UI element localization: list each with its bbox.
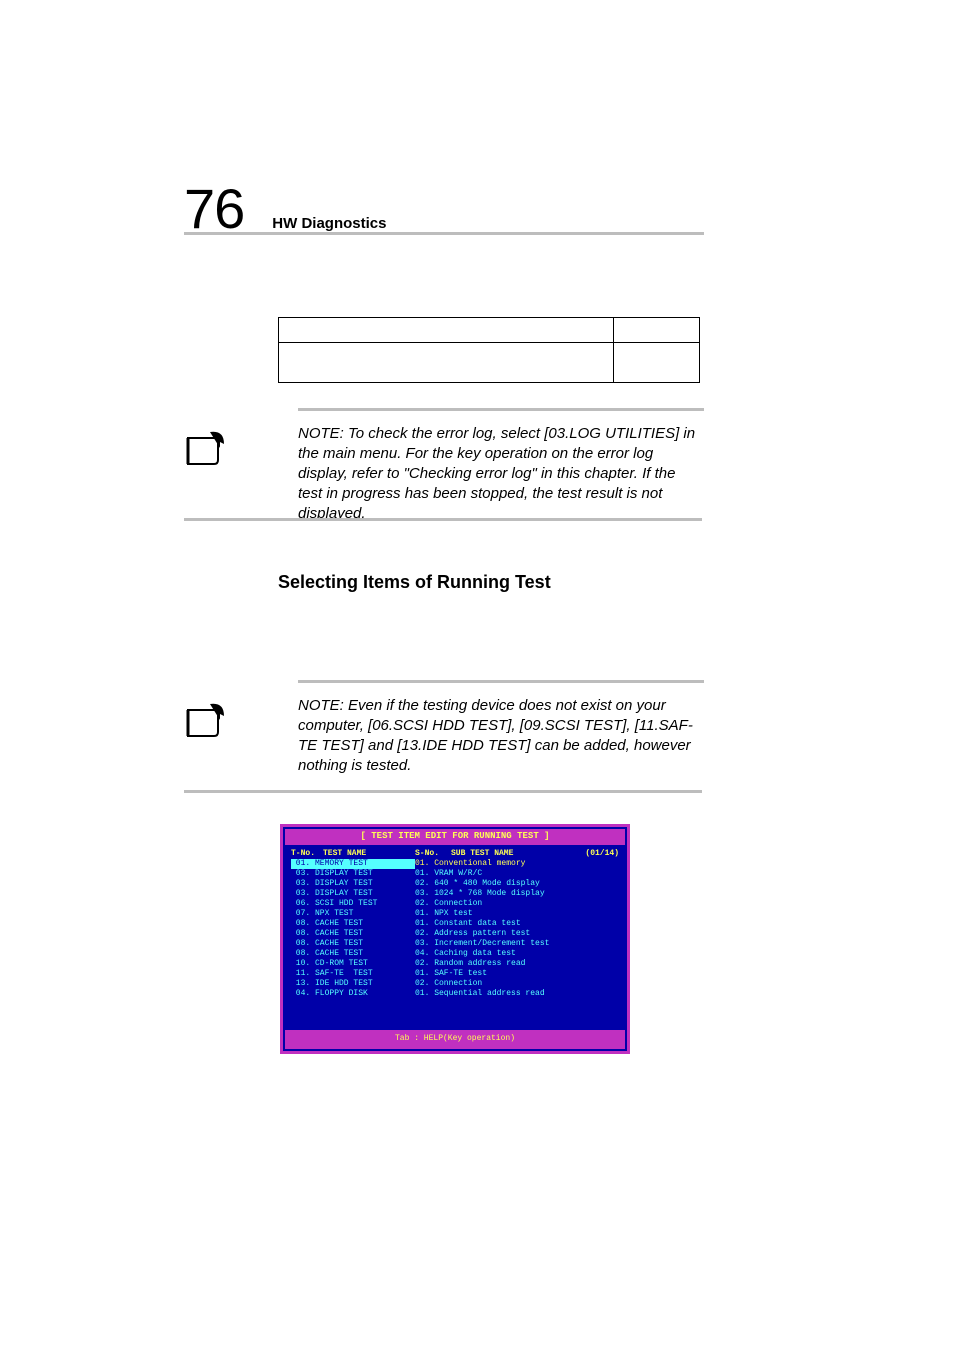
note-rule-top [298,680,704,683]
document-page: 76 HW Diagnostics NOTE: To check the err… [0,0,954,1351]
row-subtest: 02. Connection [415,899,619,909]
console-footer: Tab : HELP(Key operation) [285,1030,625,1043]
note-icon [184,702,226,745]
empty-table [278,317,700,383]
table-cell [279,318,614,343]
note-text: NOTE: Even if the testing device does no… [298,696,698,776]
console-screenshot: [ TEST ITEM EDIT FOR RUNNING TEST ] T-No… [280,824,630,1054]
console-row: 07. NPX TEST01. NPX test [291,909,619,919]
console-row: 03. DISPLAY TEST03. 1024 * 768 Mode disp… [291,889,619,899]
row-test: 08. CACHE TEST [291,949,415,959]
console-row: 03. DISPLAY TEST02. 640 * 480 Mode displ… [291,879,619,889]
table-cell [614,318,700,343]
console-body: T-No. TEST NAME S-No. SUB TEST NAME (01/… [285,845,625,1030]
row-subtest: 02. Random address read [415,959,619,969]
row-subtest: 01. SAF-TE test [415,969,619,979]
subsection-heading: Selecting Items of Running Test [278,572,551,593]
row-subtest: 01. NPX test [415,909,619,919]
console-row: 08. CACHE TEST03. Increment/Decrement te… [291,939,619,949]
row-subtest: 04. Caching data test [415,949,619,959]
note-icon [184,430,226,473]
row-test: 03. DISPLAY TEST [291,889,415,899]
note-rule-bottom [184,790,702,793]
row-test: 08. CACHE TEST [291,919,415,929]
row-test: 06. SCSI HDD TEST [291,899,415,909]
console-row: 08. CACHE TEST02. Address pattern test [291,929,619,939]
row-subtest: 02. Connection [415,979,619,989]
row-test: 08. CACHE TEST [291,939,415,949]
row-test: 03. DISPLAY TEST [291,879,415,889]
row-test: 08. CACHE TEST [291,929,415,939]
row-subtest: 03. Increment/Decrement test [415,939,619,949]
row-test: 13. IDE HDD TEST [291,979,415,989]
console-row: 11. SAF-TE TEST01. SAF-TE test [291,969,619,979]
note-text: NOTE: To check the error log, select [03… [298,424,698,524]
row-subtest: 01. Conventional memory [415,859,619,869]
table-cell [279,343,614,383]
row-subtest: 01. VRAM W/R/C [415,869,619,879]
col-sname: SUB TEST NAME [451,849,585,859]
console-row: 06. SCSI HDD TEST02. Connection [291,899,619,909]
console-row: 13. IDE HDD TEST02. Connection [291,979,619,989]
console-title: [ TEST ITEM EDIT FOR RUNNING TEST ] [285,829,625,845]
console-row: 08. CACHE TEST01. Constant data test [291,919,619,929]
row-test: 11. SAF-TE TEST [291,969,415,979]
header-rule [184,232,704,235]
col-tname: TEST NAME [323,849,415,859]
row-subtest: 01. Constant data test [415,919,619,929]
row-test: 03. DISPLAY TEST [291,869,415,879]
col-sno: S-No. [415,849,451,859]
row-test: 07. NPX TEST [291,909,415,919]
table-cell [614,343,700,383]
row-subtest: 02. Address pattern test [415,929,619,939]
row-test: 04. FLOPPY DISK [291,989,415,999]
col-count: (01/14) [585,849,619,859]
console-row: 03. DISPLAY TEST01. VRAM W/R/C [291,869,619,879]
row-test: 01. MEMORY TEST [291,859,415,869]
console-row: 01. MEMORY TEST01. Conventional memory [291,859,619,869]
console-column-header: T-No. TEST NAME S-No. SUB TEST NAME (01/… [291,849,619,859]
note-rule-top [298,408,704,411]
row-subtest: 03. 1024 * 768 Mode display [415,889,619,899]
row-subtest: 02. 640 * 480 Mode display [415,879,619,889]
console-rows: 01. MEMORY TEST01. Conventional memory 0… [291,859,619,999]
console-row: 08. CACHE TEST04. Caching data test [291,949,619,959]
col-tno: T-No. [291,849,323,859]
note-rule-bottom [184,518,702,521]
console-inner: [ TEST ITEM EDIT FOR RUNNING TEST ] T-No… [283,827,627,1051]
console-row: 04. FLOPPY DISK01. Sequential address re… [291,989,619,999]
row-test: 10. CD-ROM TEST [291,959,415,969]
section-title: HW Diagnostics [272,215,386,232]
console-row: 10. CD-ROM TEST02. Random address read [291,959,619,969]
row-subtest: 01. Sequential address read [415,989,619,999]
